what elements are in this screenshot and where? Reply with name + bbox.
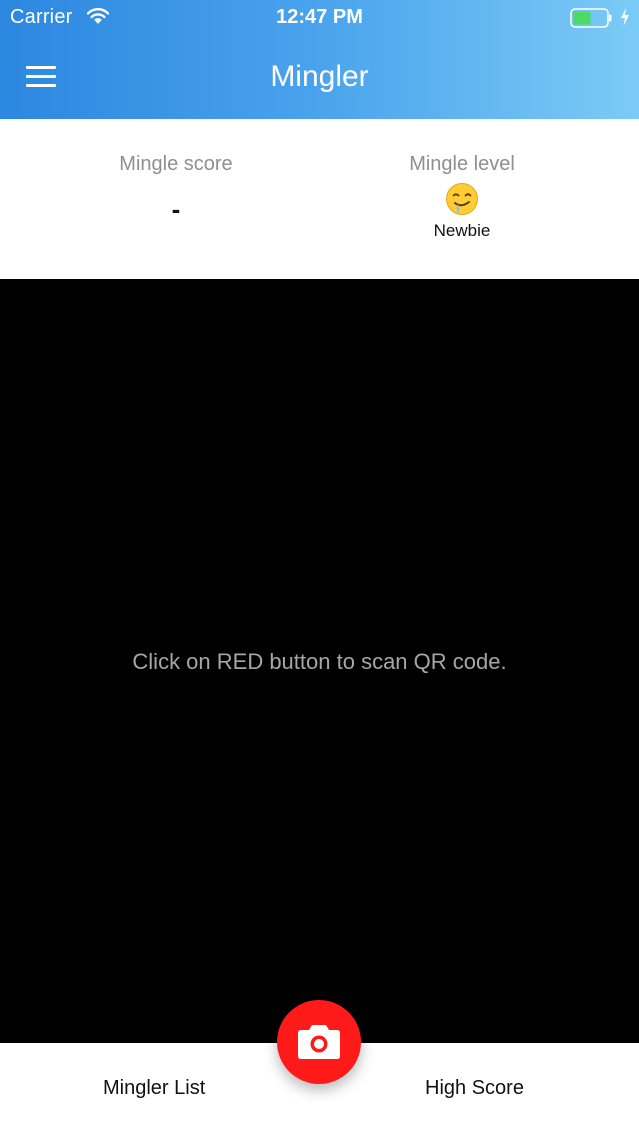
scan-hint: Click on RED button to scan QR code. — [132, 649, 507, 674]
status-time: 12:47 PM — [276, 6, 363, 28]
mingle-level-label: Mingle level — [409, 153, 515, 175]
mingle-score-label: Mingle score — [119, 153, 233, 175]
tab-high-score[interactable]: High Score — [425, 1077, 524, 1100]
mingle-score-value: - — [171, 194, 181, 224]
mingle-level-name: Newbie — [433, 221, 491, 240]
camera-viewport: Click on RED button to scan QR code. — [0, 279, 639, 1043]
battery-icon — [570, 8, 612, 28]
app-screen: Carrier 12:47 PM Mingler Mingle score - … — [0, 0, 639, 1136]
app-header: Carrier 12:47 PM Mingler — [0, 0, 639, 119]
scan-qr-button[interactable] — [277, 1000, 361, 1084]
page-title: Mingler — [270, 60, 369, 93]
stats-panel: Mingle score - Mingle level Newbie — [0, 119, 639, 279]
mingle-score: Mingle score - — [26, 153, 326, 225]
drooling-face-emoji-icon — [446, 183, 478, 215]
tab-mingler-list[interactable]: Mingler List — [103, 1077, 205, 1100]
bolt-icon — [621, 8, 629, 26]
mingle-level: Mingle level Newbie — [312, 153, 612, 241]
camera-icon — [298, 1025, 340, 1059]
status-bar: Carrier 12:47 PM — [0, 0, 639, 36]
nav-bar: Mingler — [0, 36, 639, 119]
